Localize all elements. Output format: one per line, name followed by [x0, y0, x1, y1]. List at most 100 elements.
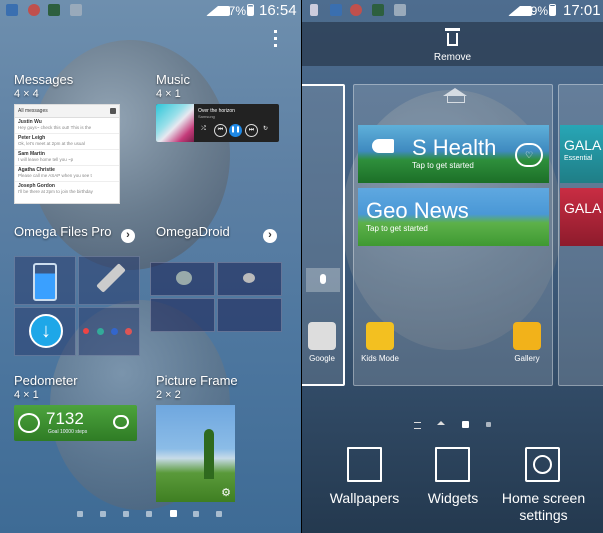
download-shortcut[interactable]: ↓: [14, 307, 76, 356]
omega-files-widget[interactable]: ↓: [14, 256, 142, 356]
tile-title: GALA: [564, 200, 602, 216]
widget-title-omegadroid: OmegaDroid: [156, 224, 230, 239]
battery-shortcut[interactable]: [14, 256, 76, 305]
page-indicator: [0, 510, 301, 519]
music-widget[interactable]: Over the horizon Samsung ⤮ ⏮ ❚❚ ⏭ ↻: [156, 104, 279, 142]
droid-slot[interactable]: [150, 262, 215, 296]
step-count: 7132: [46, 409, 84, 428]
message-preview: I will leave home tell you ~p: [18, 157, 74, 162]
list-item[interactable]: Joseph Gordon I'll be there at 2pm to joi…: [15, 182, 119, 198]
list-item[interactable]: Peter Leigh Ok, let's meet at 2pm at the …: [15, 134, 119, 150]
chevron-right-icon[interactable]: ›: [121, 229, 135, 243]
s-health-tile[interactable]: S Health Tap to get started ♡: [358, 125, 549, 183]
home-icon[interactable]: [443, 88, 467, 96]
omegadroid-widget[interactable]: [150, 262, 284, 332]
shuffle-icon[interactable]: ⤮: [198, 124, 209, 135]
widget-title-omega-files: Omega Files Pro: [14, 224, 112, 239]
flashlight-icon: [96, 263, 126, 293]
toggle-icon: [111, 328, 118, 335]
widget-title-messages: Messages: [14, 72, 74, 87]
battery-percent: 87%: [222, 4, 247, 18]
notification-icon: [350, 4, 362, 16]
usb-icon: [310, 4, 318, 16]
page-dot[interactable]: [77, 511, 83, 517]
widgets-screen: 87% 16:54 Messages 4 × 4 All messages Ju…: [0, 0, 301, 533]
list-item[interactable]: Justin Wu Hey guys~ check this out! This …: [15, 118, 119, 134]
message-preview: Hey guys~ check this out! This is the: [18, 125, 92, 130]
clock: 16:54: [259, 2, 297, 19]
widget-size-picture-frame: 2 × 2: [156, 389, 181, 401]
pause-icon[interactable]: ❚❚: [229, 124, 242, 137]
page-dot[interactable]: [123, 511, 129, 517]
app-label: Google: [309, 354, 335, 363]
more-options-icon[interactable]: [273, 30, 279, 51]
shoe-icon: [372, 139, 394, 153]
widgets-button[interactable]: Widgets: [417, 490, 489, 506]
tile-title: GALA: [564, 137, 602, 153]
heart-icon: [113, 415, 129, 429]
heart-rate-icon: ♡: [515, 143, 543, 167]
gallery-icon[interactable]: [513, 322, 541, 350]
trash-icon[interactable]: [445, 28, 460, 46]
download-icon: ↓: [29, 314, 63, 348]
message-preview: I'll be there at 2pm to join the birthda…: [18, 189, 93, 194]
screenshot-root: 87% 16:54 Messages 4 × 4 All messages Ju…: [0, 0, 603, 533]
list-view-icon[interactable]: [414, 422, 421, 429]
widget-size-music: 4 × 1: [156, 88, 181, 100]
quick-toggles[interactable]: [78, 307, 140, 356]
wallpapers-button[interactable]: Wallpapers: [322, 490, 407, 506]
kids-mode-icon[interactable]: [366, 322, 394, 350]
droid-slot[interactable]: [217, 262, 282, 296]
droid-slot[interactable]: [217, 298, 282, 332]
page-dot-active[interactable]: [462, 421, 469, 428]
compose-icon: [110, 108, 116, 114]
home-icon-base: [447, 96, 465, 103]
screenshot-icon: [394, 4, 406, 16]
battery-percent: 89%: [524, 4, 549, 18]
google-search-bar[interactable]: [306, 268, 340, 292]
previous-icon[interactable]: ⏮: [214, 124, 227, 137]
galaxy-apps-tile[interactable]: GALA: [560, 188, 603, 246]
page-dot[interactable]: [193, 511, 199, 517]
app-label: Kids Mode: [361, 354, 399, 363]
widgets-icon[interactable]: [435, 447, 470, 482]
page-dot[interactable]: [100, 511, 106, 517]
messages-widget[interactable]: All messages Justin Wu Hey guys~ check th…: [14, 104, 120, 204]
album-art: [156, 104, 194, 142]
droid-slot[interactable]: [150, 298, 215, 332]
list-item[interactable]: Agatha Christie Please call me ASAP when …: [15, 166, 119, 182]
message-preview: Please call me ASAP when you see t: [18, 173, 92, 178]
activity-icon: [48, 4, 60, 16]
pedometer-widget[interactable]: 7132 Goal 10000 steps: [14, 405, 137, 441]
chevron-right-icon[interactable]: ›: [263, 229, 277, 243]
widget-title-music: Music: [156, 72, 190, 87]
flashlight-shortcut[interactable]: [78, 256, 140, 305]
screenshot-icon: [70, 4, 82, 16]
page-dot[interactable]: [146, 511, 152, 517]
track-artist: Samsung: [198, 114, 215, 119]
next-icon[interactable]: ⏭: [245, 124, 258, 137]
geo-news-tile[interactable]: Geo News Tap to get started: [358, 188, 549, 246]
home-screen-settings-button[interactable]: Home screen settings: [496, 490, 591, 524]
gear-icon[interactable]: [525, 447, 560, 482]
wallpapers-icon[interactable]: [347, 447, 382, 482]
charging-icon: [549, 4, 556, 16]
page-dot-active[interactable]: [170, 510, 177, 517]
page-dot[interactable]: [216, 511, 222, 517]
google-folder-icon[interactable]: [308, 322, 336, 350]
page-dot[interactable]: [486, 422, 491, 427]
status-bar: 89% 17:01: [302, 0, 603, 22]
galaxy-essentials-tile[interactable]: GALA Essential: [560, 125, 603, 183]
tile-subtitle: Tap to get started: [366, 224, 428, 233]
battery-icon: [247, 4, 254, 16]
widget-size-pedometer: 4 × 1: [14, 389, 39, 401]
remove-label: Remove: [433, 52, 472, 63]
repeat-icon[interactable]: ↻: [260, 124, 271, 135]
battery-icon: [33, 263, 57, 301]
home-page-icon[interactable]: [437, 421, 445, 425]
gear-icon[interactable]: ⚙: [221, 486, 231, 499]
tile-title: Geo News: [366, 198, 469, 223]
picture-frame-widget[interactable]: ⚙: [156, 405, 235, 502]
list-item[interactable]: Sam Martin I will leave home tell you ~p: [15, 150, 119, 166]
notification-icon: [28, 4, 40, 16]
